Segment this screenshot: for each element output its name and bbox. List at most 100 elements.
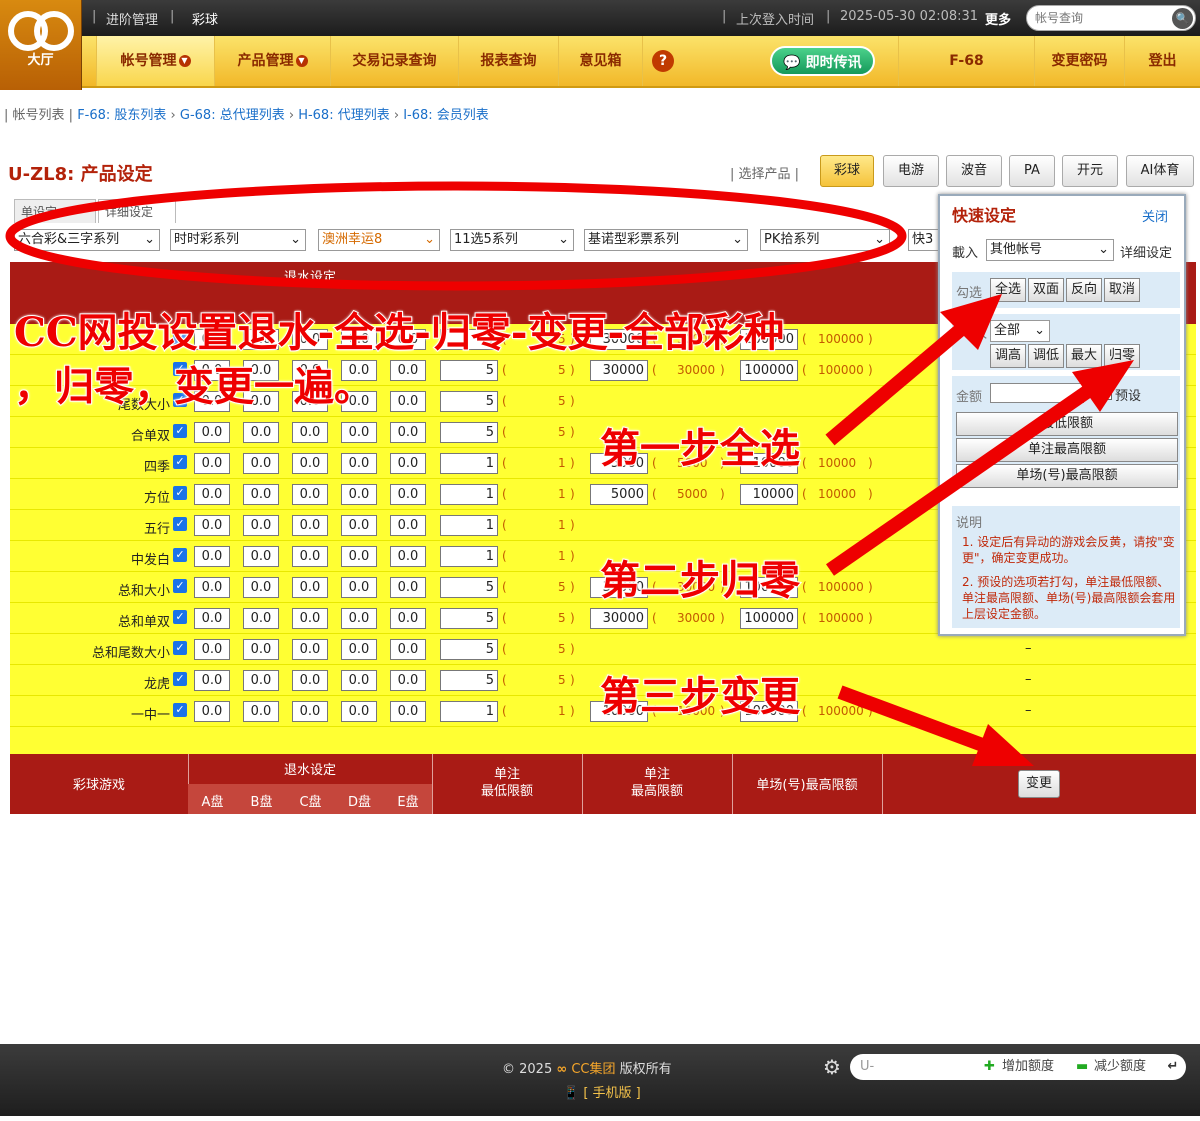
- preset-checkbox[interactable]: [1098, 386, 1112, 400]
- rebate-input-b[interactable]: 0.0: [243, 670, 279, 691]
- rebate-input-c[interactable]: 0.0: [292, 484, 328, 505]
- min-limit-button[interactable]: 最低限额: [956, 412, 1178, 436]
- rebate-input-b[interactable]: 0.0: [243, 577, 279, 598]
- row-checkbox[interactable]: ✓: [173, 455, 187, 469]
- product-egame-button[interactable]: 电游: [883, 155, 939, 187]
- detail-settings-link[interactable]: 详细设定: [1120, 242, 1172, 261]
- min-limit-input[interactable]: 5: [440, 391, 498, 412]
- rebate-input-b[interactable]: 0.0: [243, 422, 279, 443]
- decrease-rebate-button[interactable]: 调低: [1028, 344, 1064, 368]
- invert-selection-button[interactable]: 反向: [1066, 278, 1102, 302]
- rebate-input-e[interactable]: 0.0: [390, 670, 426, 691]
- min-limit-input[interactable]: 5: [440, 577, 498, 598]
- rebate-input-e[interactable]: 0.0: [390, 422, 426, 443]
- product-lottery-button[interactable]: 彩球: [820, 155, 874, 187]
- rebate-input-c[interactable]: 0.0: [292, 546, 328, 567]
- rebate-input-a[interactable]: 0.0: [194, 701, 230, 722]
- product-boyin-button[interactable]: 波音: [946, 155, 1002, 187]
- nav-change-password[interactable]: 变更密码: [1034, 36, 1124, 86]
- series-select-marksix[interactable]: 六合彩&三字系列 ⌄: [14, 229, 160, 251]
- nav-account-management[interactable]: 帐号管理 ▼: [96, 36, 214, 86]
- rebate-input-b[interactable]: 0.0: [243, 515, 279, 536]
- rebate-input-d[interactable]: 0.0: [341, 701, 377, 722]
- product-ai-sports-button[interactable]: AI体育: [1126, 155, 1194, 187]
- series-select-lucky8[interactable]: 澳洲幸运8 ⌄: [318, 229, 440, 251]
- rebate-input-e[interactable]: 0.0: [390, 608, 426, 629]
- nav-feedback[interactable]: 意见箱: [558, 36, 642, 86]
- breadcrumb-link-general-agents[interactable]: G-68: 总代理列表: [180, 108, 285, 123]
- single-limit-input[interactable]: 100000: [740, 360, 798, 381]
- cancel-selection-button[interactable]: 取消: [1104, 278, 1140, 302]
- rebate-input-d[interactable]: 0.0: [341, 670, 377, 691]
- product-kaiyuan-button[interactable]: 开元: [1062, 155, 1118, 187]
- min-limit-input[interactable]: 5: [440, 639, 498, 660]
- row-checkbox[interactable]: ✓: [173, 610, 187, 624]
- rebate-input-d[interactable]: 0.0: [341, 422, 377, 443]
- reduce-credit-button[interactable]: ▬ 减少额度: [1072, 1054, 1160, 1080]
- rebate-input-e[interactable]: 0.0: [390, 391, 426, 412]
- rebate-input-e[interactable]: 0.0: [390, 577, 426, 598]
- row-checkbox[interactable]: ✓: [173, 703, 187, 717]
- rebate-input-a[interactable]: 0.0: [194, 639, 230, 660]
- mobile-version-link[interactable]: 📱 [ 手机版 ]: [563, 1082, 641, 1101]
- min-limit-input[interactable]: 1: [440, 515, 498, 536]
- rebate-input-c[interactable]: 0.0: [292, 577, 328, 598]
- rebate-input-e[interactable]: 0.0: [390, 639, 426, 660]
- tab-detail-settings[interactable]: 详细设定: [98, 199, 176, 223]
- rebate-input-c[interactable]: 0.0: [292, 639, 328, 660]
- rebate-input-a[interactable]: 0.0: [194, 670, 230, 691]
- reset-zero-button[interactable]: 归零: [1104, 344, 1140, 368]
- row-checkbox[interactable]: ✓: [173, 486, 187, 500]
- rebate-input-a[interactable]: 0.0: [194, 608, 230, 629]
- series-select-11x5[interactable]: 11选5系列 ⌄: [450, 229, 574, 251]
- lobby-logo[interactable]: 大厅: [0, 0, 82, 90]
- more-link[interactable]: 更多: [985, 9, 1011, 28]
- min-limit-input[interactable]: 5: [440, 422, 498, 443]
- tab-basic-settings[interactable]: 单设定: [14, 199, 96, 223]
- rebate-input-b[interactable]: 0.0: [243, 546, 279, 567]
- min-limit-input[interactable]: 1: [440, 546, 498, 567]
- row-checkbox[interactable]: ✓: [173, 641, 187, 655]
- two-sided-button[interactable]: 双面: [1028, 278, 1064, 302]
- breadcrumb-link-agents[interactable]: H-68: 代理列表: [298, 108, 390, 123]
- rebate-input-a[interactable]: 0.0: [194, 422, 230, 443]
- rebate-input-b[interactable]: 0.0: [243, 701, 279, 722]
- search-icon[interactable]: 🔍: [1172, 8, 1193, 29]
- load-account-select[interactable]: 其他帐号 ⌄: [986, 239, 1114, 261]
- min-limit-input[interactable]: 5: [440, 608, 498, 629]
- nav-product-management[interactable]: 产品管理 ▼: [214, 36, 330, 86]
- gear-icon[interactable]: ⚙: [823, 1055, 841, 1079]
- rebate-input-b[interactable]: 0.0: [243, 453, 279, 474]
- rebate-input-c[interactable]: 0.0: [292, 608, 328, 629]
- nav-reports[interactable]: 报表查询: [458, 36, 558, 86]
- single-limit-input[interactable]: 100000: [740, 608, 798, 629]
- row-checkbox[interactable]: ✓: [173, 424, 187, 438]
- rebate-input-d[interactable]: 0.0: [341, 546, 377, 567]
- account-search-input[interactable]: [1035, 9, 1171, 27]
- return-icon[interactable]: ↵: [1160, 1054, 1186, 1080]
- rebate-input-d[interactable]: 0.0: [341, 608, 377, 629]
- min-limit-input[interactable]: 1: [440, 484, 498, 505]
- min-limit-input[interactable]: 5: [440, 360, 498, 381]
- rebate-input-c[interactable]: 0.0: [292, 453, 328, 474]
- nav-transaction-records[interactable]: 交易记录查询: [330, 36, 458, 86]
- help-icon[interactable]: ?: [652, 50, 674, 72]
- rebate-input-d[interactable]: 0.0: [341, 484, 377, 505]
- single-limit-input[interactable]: 10000: [740, 484, 798, 505]
- credit-user-input[interactable]: U-: [850, 1054, 980, 1080]
- rebate-input-a[interactable]: 0.0: [194, 577, 230, 598]
- rebate-input-d[interactable]: 0.0: [341, 453, 377, 474]
- rebate-input-d[interactable]: 0.0: [341, 515, 377, 536]
- min-limit-input[interactable]: 1: [440, 701, 498, 722]
- rebate-input-e[interactable]: 0.0: [390, 453, 426, 474]
- series-select-pk10[interactable]: PK拾系列 ⌄: [760, 229, 890, 251]
- instant-message-button[interactable]: 💬 即时传讯: [770, 46, 875, 76]
- rebate-input-c[interactable]: 0.0: [292, 515, 328, 536]
- product-pa-button[interactable]: PA: [1009, 155, 1055, 187]
- rebate-input-b[interactable]: 0.0: [243, 639, 279, 660]
- nav-user-code[interactable]: F-68: [898, 36, 1034, 86]
- max-limit-input[interactable]: 5000: [590, 484, 648, 505]
- min-limit-input[interactable]: 5: [440, 670, 498, 691]
- rebate-input-d[interactable]: 0.0: [341, 639, 377, 660]
- breadcrumb-link-shareholders[interactable]: F-68: 股东列表: [77, 108, 166, 123]
